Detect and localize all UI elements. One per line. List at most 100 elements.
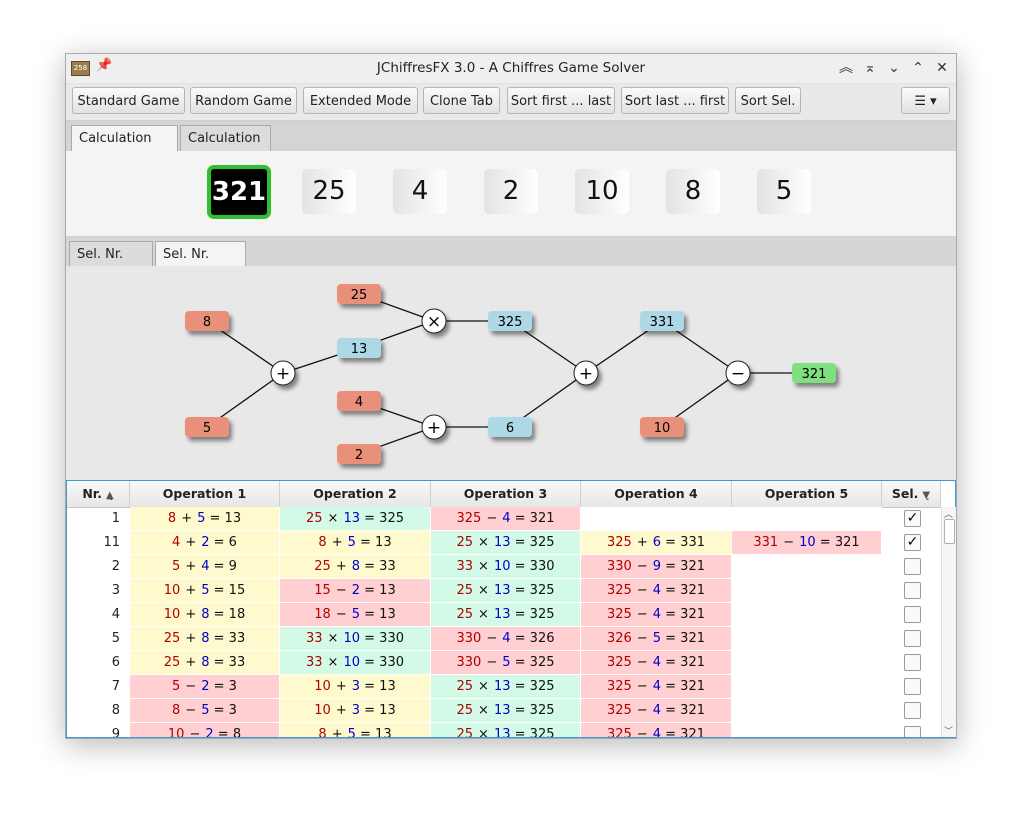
operator: − <box>636 559 648 574</box>
title-bar[interactable]: 258 📌 JChiffresFX 3.0 - A Chiffres Game … <box>66 54 956 84</box>
equals-sign: = <box>661 703 681 718</box>
operand-left: 25 <box>163 631 181 646</box>
column-header-operation-4[interactable]: Operation 4 <box>581 481 732 507</box>
vertical-scrollbar[interactable]: ︿ ﹀ <box>941 507 956 737</box>
operation-cell: 325−4 = 321 <box>581 603 732 626</box>
keep-above-icon[interactable]: ︽ <box>835 56 857 80</box>
table-row[interactable]: 6 25 +8 = 33 33 × 10 = 330 330−5 = 325 325−4 = … <box>67 651 941 675</box>
select-cell: ✓ <box>882 531 941 555</box>
operation-cell <box>732 675 882 698</box>
operation-cell: 4 +2 = 6 <box>130 531 280 554</box>
select-checkbox[interactable] <box>904 606 921 623</box>
graph-node: 331 <box>640 311 684 331</box>
sort-sel-button[interactable]: Sort Sel. <box>735 87 801 114</box>
operation-result: 321 <box>680 583 705 598</box>
select-checkbox[interactable] <box>904 654 921 671</box>
table-row[interactable]: 8 8−5 = 3 10 +3 = 13 25 × 13 = 325 325−4 = 321 <box>67 699 941 723</box>
operation-result: 13 <box>224 511 242 526</box>
svg-text:×: × <box>427 312 441 332</box>
operand-right: 4 <box>652 655 661 670</box>
select-checkbox[interactable] <box>904 630 921 647</box>
minimize-icon[interactable]: ⌄ <box>883 56 905 80</box>
operation-result: 325 <box>529 535 555 550</box>
operand-left: 10 <box>314 679 331 694</box>
plus-operator-icon: + <box>573 360 599 386</box>
operator: × <box>478 535 489 550</box>
tab-calculation-2[interactable]: Calculation 2 <box>180 125 271 172</box>
operand-right: 4 <box>502 511 511 526</box>
table-row[interactable]: 5 25 +8 = 33 33 × 10 = 330 330−4 = 326 326−5 = … <box>67 627 941 651</box>
column-header-operation-2[interactable]: Operation 2 <box>280 481 431 507</box>
maximize-icon[interactable]: ⌃ <box>907 56 929 80</box>
table-row[interactable]: 11 4 +2 = 6 8 +5 = 13 25 × 13 = 325 325 +6 = 331 3… <box>67 531 941 555</box>
operator: − <box>636 631 648 646</box>
random-game-button[interactable]: Random Game <box>190 87 297 114</box>
select-checkbox[interactable]: ✓ <box>904 510 921 527</box>
tab-calculation-1[interactable]: Calculation 1✕ <box>71 125 178 173</box>
table-row[interactable]: 4 10 +8 = 18 18−5 = 13 25 × 13 = 325 325−4 = 32… <box>67 603 941 627</box>
numbers-panel: 321 25 4 2 10 8 5 <box>66 151 956 237</box>
select-checkbox[interactable]: ✓ <box>904 534 921 551</box>
standard-game-button[interactable]: Standard Game <box>72 87 185 114</box>
operation-result: 13 <box>375 727 392 737</box>
operation-cell: 325−4 = 321 <box>581 651 732 674</box>
operator: + <box>331 535 343 550</box>
tab-sel-nr-11[interactable]: Sel. Nr. 11✕ <box>155 241 246 289</box>
table-row[interactable]: 1 8 +5 = 13 25 × 13 = 325 325−4 = 321 ✓ <box>67 507 941 531</box>
operand-left: 4 <box>172 535 181 550</box>
table-row[interactable]: 2 5 +4 = 9 25 +8 = 33 33 × 10 = 330 330−9 = 321 <box>67 555 941 579</box>
select-checkbox[interactable] <box>904 726 921 737</box>
operand-left: 326 <box>606 631 632 646</box>
number-tile: 10 <box>575 169 629 214</box>
select-cell <box>882 675 941 699</box>
table-row[interactable]: 7 5−2 = 3 10 +3 = 13 25 × 13 = 325 325−4 = 321 <box>67 675 941 699</box>
column-header-operation-5[interactable]: Operation 5 <box>732 481 882 507</box>
operator: + <box>185 583 197 598</box>
column-header-nr[interactable]: Nr. ▲̣ <box>67 481 130 507</box>
sort-first-last-button[interactable]: Sort first ... last <box>507 87 615 114</box>
select-checkbox[interactable] <box>904 702 921 719</box>
operation-result: 321 <box>834 535 860 550</box>
operand-right: 13 <box>493 607 511 622</box>
app-window: 258 📌 JChiffresFX 3.0 - A Chiffres Game … <box>65 53 957 739</box>
operation-cell: 25 × 13 = 325 <box>431 603 581 626</box>
operator: × <box>327 511 339 526</box>
column-header-operation-1[interactable]: Operation 1 <box>130 481 280 507</box>
operation-cell <box>732 579 882 602</box>
operation-result: 13 <box>379 607 396 622</box>
extended-mode-button[interactable]: Extended Mode <box>303 87 418 114</box>
equals-sign: = <box>205 511 225 526</box>
tab-sel-nr-1[interactable]: Sel. Nr. 1✕ <box>69 241 153 289</box>
select-checkbox[interactable] <box>904 582 921 599</box>
operator: + <box>636 535 648 550</box>
operation-cell <box>732 699 882 722</box>
operator: − <box>636 727 648 737</box>
operation-result: 321 <box>680 559 705 574</box>
column-header-operation-3[interactable]: Operation 3 <box>431 481 581 507</box>
operand-left: 33 <box>456 559 474 574</box>
table-row[interactable]: 3 10 +5 = 15 15−2 = 13 25 × 13 = 325 325−4 = 32… <box>67 579 941 603</box>
keep-below-icon[interactable]: ⌅ <box>859 56 881 80</box>
close-icon[interactable]: ✕ <box>931 56 953 80</box>
window-title: JChiffresFX 3.0 - A Chiffres Game Solver <box>376 60 646 76</box>
number-tile: 4 <box>393 169 447 214</box>
clone-tab-button[interactable]: Clone Tab <box>423 87 500 114</box>
select-checkbox[interactable] <box>904 678 921 695</box>
operand-left: 325 <box>606 727 632 737</box>
select-checkbox[interactable] <box>904 558 921 575</box>
operation-result: 8 <box>232 727 242 737</box>
operand-right: 2 <box>205 727 214 737</box>
operand-left: 325 <box>606 703 632 718</box>
menu-button[interactable]: ☰ ▾ <box>901 87 950 114</box>
table-row[interactable]: 9 10−2 = 8 8 +5 = 13 25 × 13 = 325 325−4 = 321 <box>67 723 941 737</box>
column-header-sel[interactable]: Sel. ▼̣ <box>882 481 941 507</box>
operator: + <box>185 535 197 550</box>
operation-cell: 25 +8 = 33 <box>280 555 431 578</box>
sort-last-first-button[interactable]: Sort last ... first <box>621 87 729 114</box>
scrollbar-thumb[interactable] <box>944 519 955 544</box>
operand-left: 25 <box>456 679 474 694</box>
operand-left: 15 <box>314 583 331 598</box>
scroll-down-icon[interactable]: ﹀ <box>944 724 953 737</box>
equals-sign: = <box>815 535 835 550</box>
operation-result: 330 <box>529 559 555 574</box>
